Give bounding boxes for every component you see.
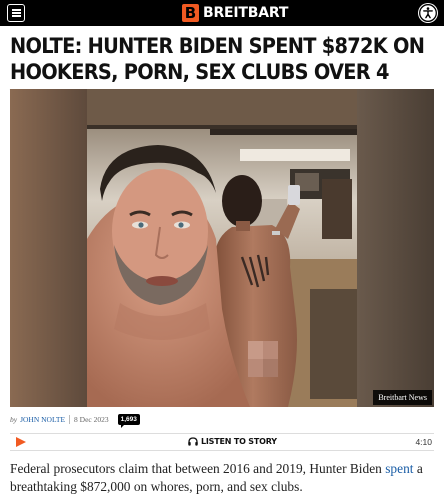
photo-credit: Breitbart News (373, 390, 432, 405)
article-lede: Federal prosecutors claim that between 2… (10, 460, 440, 496)
accessibility-button[interactable] (418, 3, 438, 23)
logo-text: BREITBART (203, 5, 289, 21)
top-navigation-bar: B BREITBART (0, 0, 444, 26)
spent-link[interactable]: spent (385, 461, 413, 476)
lede-text-start: Federal prosecutors claim that between 2… (10, 461, 386, 476)
headphones-icon (188, 437, 198, 446)
comment-count-badge[interactable]: 1,693 (117, 413, 140, 428)
audio-player: LISTEN TO STORY 4:10 (10, 433, 434, 451)
accessibility-icon (419, 4, 437, 22)
logo-mark: B (182, 4, 199, 22)
listen-to-story-button[interactable]: LISTEN TO STORY (188, 437, 277, 446)
article-photo[interactable]: Breitbart News (10, 89, 434, 407)
listen-label: LISTEN TO STORY (201, 437, 277, 446)
play-icon[interactable] (16, 437, 26, 447)
byline: by JOHN NOLTE 8 Dec 2023 1,693 (10, 412, 140, 428)
byline-divider (69, 414, 71, 424)
photo-illustration (10, 89, 434, 407)
site-logo[interactable]: B BREITBART (182, 4, 288, 22)
menu-icon (11, 9, 21, 17)
author-link[interactable]: JOHN NOLTE (20, 415, 65, 424)
byline-prefix: by (10, 414, 18, 424)
menu-button[interactable] (7, 4, 25, 22)
publish-date: 8 Dec 2023 (74, 414, 109, 424)
audio-duration: 4:10 (415, 437, 432, 447)
